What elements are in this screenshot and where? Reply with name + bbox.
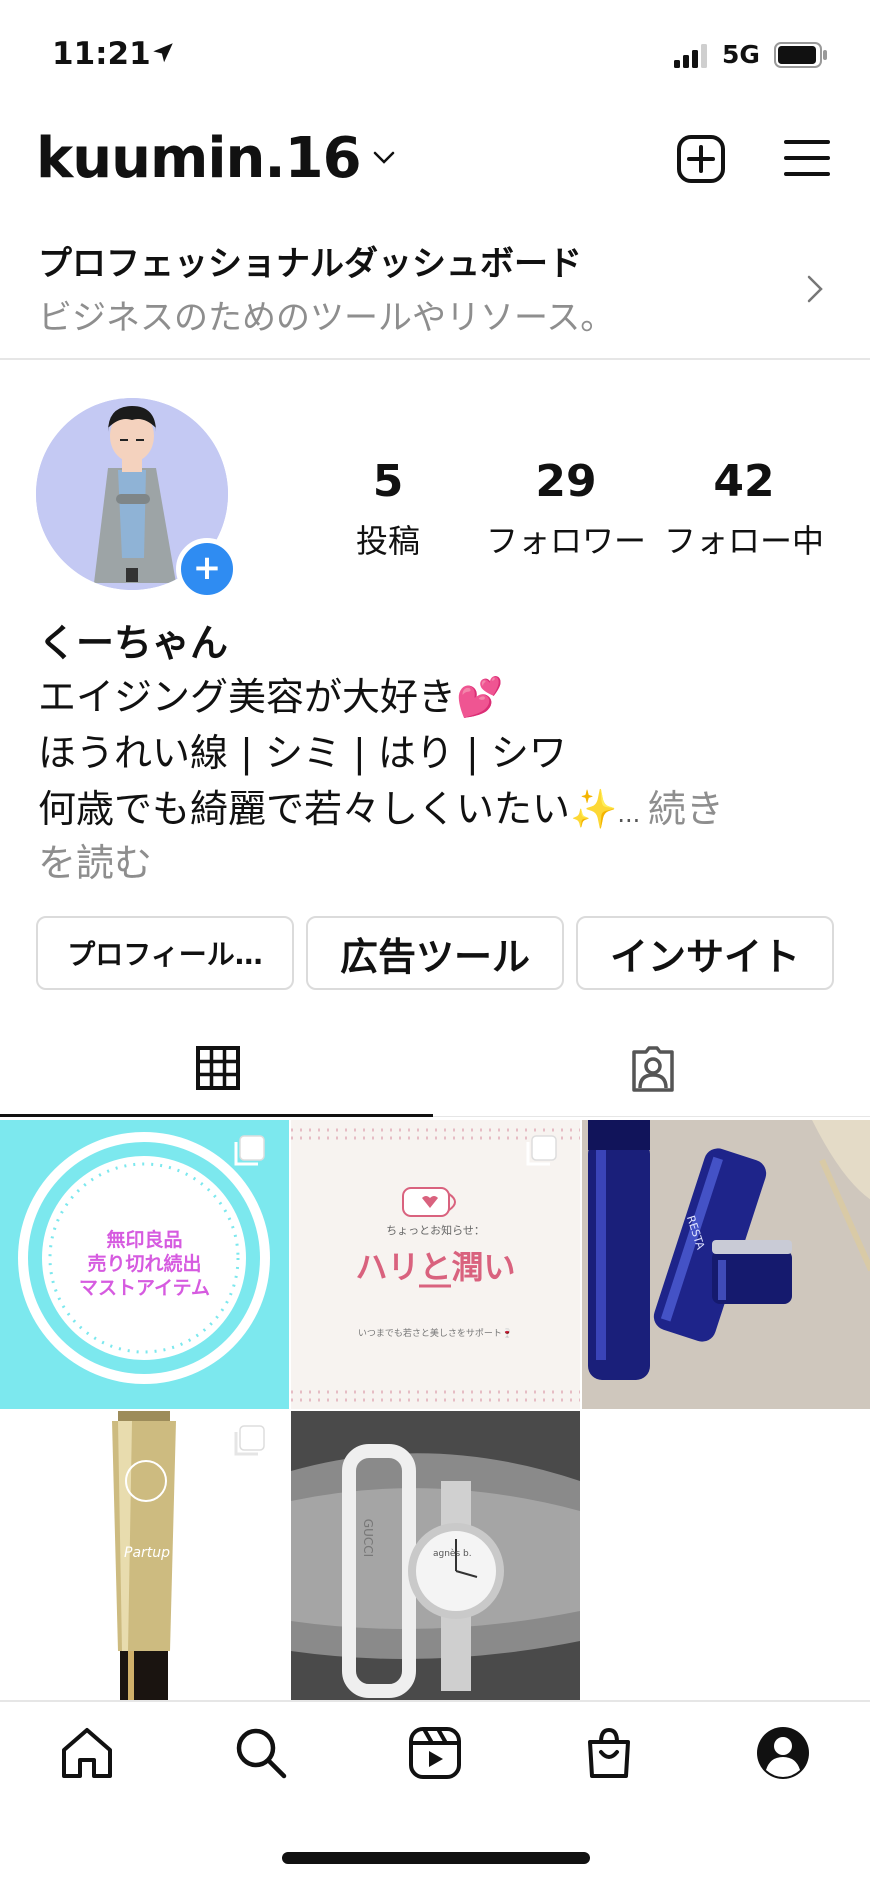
reels-icon[interactable] [406,1724,464,1782]
post-title: ハリと潤い [355,1248,516,1286]
tab-posts-grid[interactable] [0,1030,433,1116]
chevron-down-icon[interactable] [372,150,396,166]
multiple-images-icon [234,1425,265,1456]
followers-label[interactable]: フォロワー [470,516,662,562]
multiple-images-icon [234,1135,265,1166]
location-arrow-icon [153,43,173,63]
battery-icon [774,42,827,68]
post-thumbnail[interactable]: GUCCI agnès b. [291,1411,580,1700]
dashboard-subtitle: ビジネスのためのツールやリソース。 [38,298,615,338]
hamburger-menu-icon[interactable] [784,138,830,178]
home-icon[interactable] [58,1724,116,1782]
plus-square-icon[interactable] [676,134,726,184]
tab-tagged[interactable] [436,1030,870,1116]
tagged-person-icon [632,1046,674,1092]
following-count[interactable]: 42 [664,456,824,507]
add-story-button[interactable]: + [176,538,238,600]
read-more-link[interactable]: を読む [38,832,152,887]
bio-ellipsis: ... [617,800,648,828]
home-indicator [282,1852,590,1864]
profile-icon[interactable] [754,1724,812,1782]
grid-icon [196,1046,240,1090]
posts-count[interactable]: 5 [308,456,468,507]
post-brand-text: Partup [124,1545,171,1561]
bio-line: エイジング美容が大好き💕 [38,675,504,719]
profile-username[interactable]: kuumin.16 [36,126,362,191]
post-art [588,1120,870,1380]
post-brand-text: GUCCI [361,1518,376,1558]
post-text: ちょっとお知らせ： [386,1224,485,1237]
display-name: くーちゃん [38,621,229,665]
chevron-right-icon [807,275,823,303]
active-tab-indicator [0,1114,433,1117]
dashboard-title: プロフェッショナルダッシュボード [38,244,582,284]
network-label: 5G [722,40,760,69]
edit-profile-button[interactable]: プロフィール… [36,916,294,990]
post-text: 売り切れ続出 [87,1253,202,1275]
ad-tools-button[interactable]: 広告ツール [306,916,564,990]
post-brand-text: agnès b. [433,1549,472,1559]
search-icon[interactable] [232,1724,290,1782]
bio-line: ほうれい線 | シミ | はり | シワ [38,731,567,775]
posts-label[interactable]: 投稿 [308,516,468,562]
insights-button[interactable]: インサイト [576,916,834,990]
post-thumbnail[interactable]: RESTA [582,1120,870,1409]
shop-bag-icon[interactable] [580,1724,638,1782]
bio-line-text: 何歳でも綺麗で若々しくいたい✨ [38,787,618,831]
post-text: 無印良品 [106,1229,183,1251]
bio-line: 何歳でも綺麗で若々しくいたい✨... 続き [38,778,724,833]
post-text: いつまでも若さと美しさをサポート🍷 [357,1329,514,1339]
followers-count[interactable]: 29 [486,456,646,507]
read-more-link[interactable]: 続き [648,787,724,831]
status-time: 11:21 [52,36,151,72]
post-text: マストアイテム [78,1277,211,1299]
signal-icon [674,44,707,68]
following-label[interactable]: フォロー中 [648,516,840,562]
multiple-images-icon [526,1135,557,1166]
